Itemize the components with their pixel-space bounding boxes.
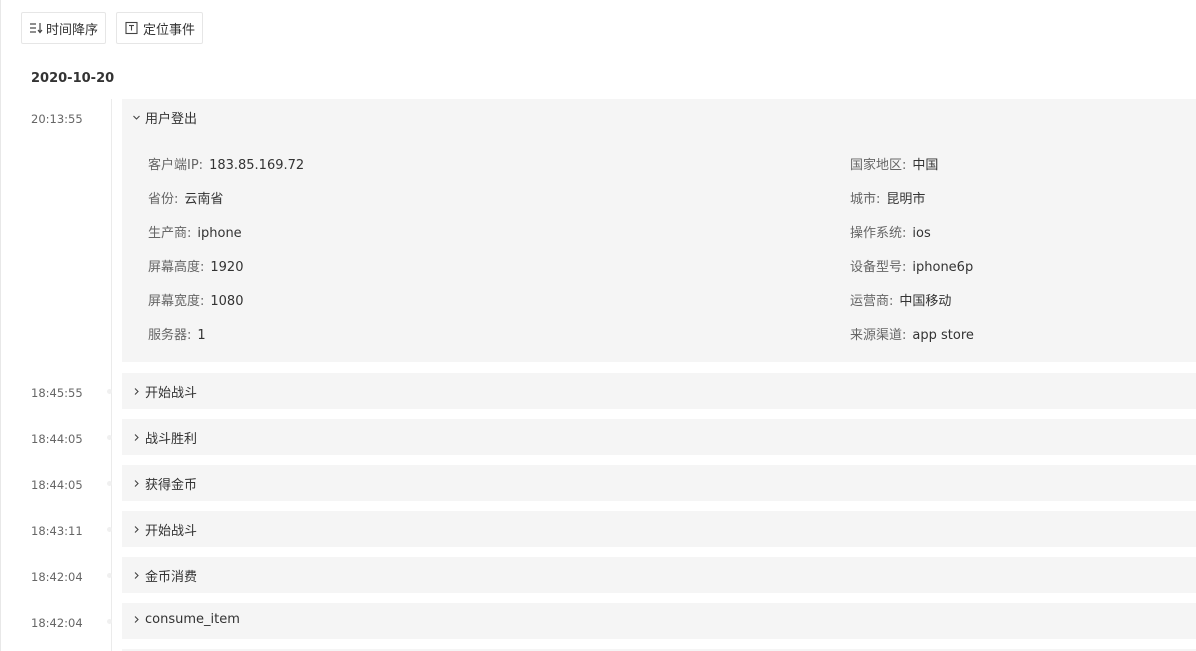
property-row: 操作系统: ios [850,226,931,241]
chevron-right-icon [134,480,139,487]
property-row: 生产商: iphone [148,226,242,241]
event-card: 金币消费 [122,557,1196,593]
property-row: 省份: 云南省 [148,192,224,207]
property-row: 国家地区: 中国 [850,158,939,173]
property-row: 运营商: 中国移动 [850,294,952,309]
event-header[interactable]: 开始战斗 [132,382,197,401]
chevron-right-icon [134,388,139,395]
event-time: 20:13:55 [31,112,83,126]
chevron-right-icon [134,526,139,533]
event-time: 18:44:05 [31,432,83,446]
event-name: 战斗胜利 [145,432,198,447]
chevron-down-icon [133,115,140,120]
property-row: 来源渠道: app store [850,328,974,343]
event-name: 开始战斗 [145,524,198,539]
event-header[interactable]: 用户登出 [132,108,197,127]
event-card: 获得金币 [122,465,1196,501]
event-time: 18:42:04 [31,616,83,630]
event-name: 开始战斗 [145,386,198,401]
timeline-dot [107,573,112,578]
chevron-right-icon [134,616,139,623]
event-time: 18:43:11 [31,524,83,538]
event-card: 用户登出 客户端IP: 183.85.169.72 国家地区: 中国 省份: 云南省 … [122,99,1196,362]
event-header[interactable]: 获得金币 [132,474,197,493]
event-header[interactable]: 战斗胜利 [132,428,197,447]
event-time: 18:42:04 [31,570,83,584]
event-card: 开始战斗 [122,511,1196,547]
chevron-right-icon [134,572,139,579]
event-time: 18:45:55 [31,386,83,400]
event-name: 用户登出 [145,112,198,127]
event-timeline-page: 时间降序 定位事件 2020-10-20 20:13:55 用户登出 客户端IP… [0,0,1196,651]
property-row: 服务器: 1 [148,328,206,343]
event-header[interactable]: 金币消费 [132,566,197,585]
event-header[interactable]: consume_item [132,612,240,627]
event-card: 开始战斗 [122,373,1196,409]
locate-icon [125,21,138,35]
event-header[interactable]: 开始战斗 [132,520,197,539]
toolbar: 时间降序 定位事件 [21,12,204,44]
property-row: 屏幕高度: 1920 [148,260,244,275]
timeline-dot [107,527,112,532]
sort-desc-icon [30,23,43,34]
timeline-dot [107,435,112,440]
timeline-axis [111,99,112,651]
timeline-dot [107,481,112,486]
property-row: 客户端IP: 183.85.169.72 [148,158,305,173]
event-name: 获得金币 [145,478,198,493]
property-row: 屏幕宽度: 1080 [148,294,244,309]
property-row: 设备型号: iphone6p [850,260,974,275]
sort-time-desc-button[interactable]: 时间降序 [21,12,107,44]
event-name: consume_item [145,612,240,627]
date-heading: 2020-10-20 [31,71,115,86]
sort-button-label: 时间降序 [46,22,99,38]
timeline-dot [107,619,112,624]
property-row: 城市: 昆明市 [850,192,926,207]
chevron-right-icon [134,434,139,441]
locate-event-button[interactable]: 定位事件 [116,12,204,44]
left-border [0,0,1,651]
timeline-dot [107,389,112,394]
event-card: consume_item [122,603,1196,639]
locate-button-label: 定位事件 [143,22,196,38]
event-time: 18:44:05 [31,478,83,492]
event-name: 金币消费 [145,570,198,585]
event-card: 战斗胜利 [122,419,1196,455]
